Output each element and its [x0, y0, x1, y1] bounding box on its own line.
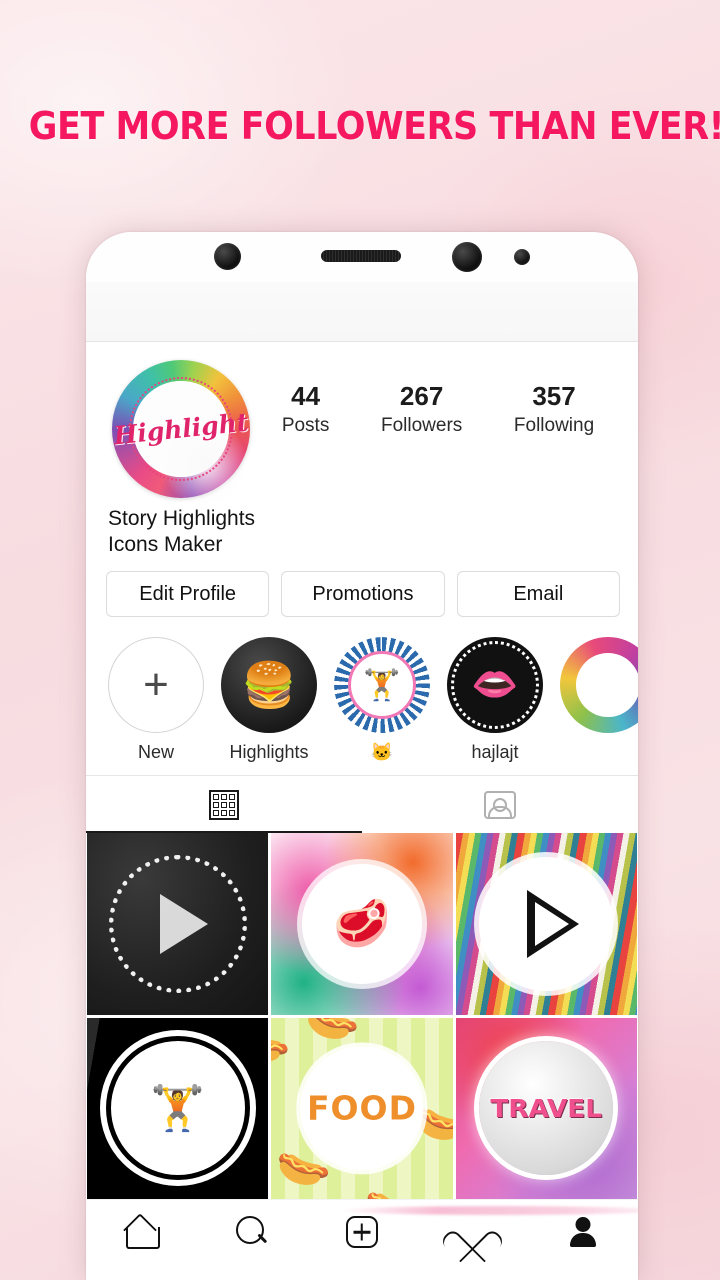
- camera-icon: [214, 243, 241, 270]
- plate-circle: 🥩: [302, 864, 422, 984]
- stat-posts-label: Posts: [281, 414, 330, 436]
- white-circle: TRAVEL: [479, 1041, 614, 1176]
- stat-following-label: Following: [513, 414, 595, 436]
- plus-square-icon: [345, 1216, 378, 1249]
- lips-icon: 👄: [447, 637, 543, 734]
- speaker-grille-icon: [321, 250, 401, 262]
- email-button[interactable]: Email: [456, 571, 620, 618]
- profile-bio: Story Highlights Icons Maker: [86, 502, 638, 557]
- stat-followers[interactable]: 267 Followers: [380, 381, 463, 437]
- highlight-fitness[interactable]: 🏋 🐱: [334, 637, 430, 763]
- steak-glyph: 🥩: [333, 897, 391, 950]
- stat-following-value: 357: [532, 381, 576, 411]
- post-thumbnail[interactable]: 🏋: [87, 1017, 269, 1199]
- striped-play-icon: [455, 833, 637, 1015]
- dumbbell-icon: 🏋: [334, 637, 430, 734]
- grid-icon: [209, 789, 239, 820]
- tab-tagged[interactable]: [362, 776, 638, 833]
- dotted-ring: [108, 854, 247, 993]
- highlight-new[interactable]: + New: [108, 637, 204, 763]
- camera-icon: [452, 242, 482, 272]
- avatar[interactable]: Highlight: [104, 356, 250, 506]
- home-icon: [124, 1217, 161, 1250]
- stat-posts[interactable]: 44 Posts: [281, 381, 330, 437]
- dumbbell-glyph: 🏋: [348, 651, 416, 720]
- highlight-highlights-label: Highlights: [229, 742, 309, 763]
- bio-line-2: Icons Maker: [108, 532, 223, 556]
- travel-icon: TRAVEL: [455, 1017, 637, 1199]
- highlight-hajlajt[interactable]: 👄 hajlajt: [447, 637, 543, 763]
- person-icon: [568, 1217, 598, 1247]
- play-triangle-icon: [527, 889, 580, 958]
- stat-followers-value: 267: [399, 381, 444, 411]
- search-icon: [235, 1216, 268, 1248]
- edit-profile-button[interactable]: Edit Profile: [106, 571, 270, 618]
- white-circle: FOOD: [300, 1046, 424, 1170]
- story-highlights-row[interactable]: + New 🍔 Highlights 🏋 🐱 👄 hajlajt: [86, 617, 638, 775]
- bottom-navigation: [86, 1198, 638, 1265]
- highlight-hajlajt-label: hajlajt: [471, 742, 519, 763]
- white-circle: [479, 856, 614, 991]
- watercolor-steak-icon: 🥩: [271, 833, 453, 1015]
- stat-posts-value: 44: [291, 381, 321, 411]
- plus-icon: +: [108, 637, 204, 734]
- profile-stats: 44 Posts 267 Followers 357 Following: [250, 356, 620, 437]
- phone-mockup: Highlight 44 Posts 267 Followers 357 Fol…: [86, 232, 638, 1280]
- nav-search[interactable]: [222, 1206, 282, 1258]
- post-thumbnail[interactable]: 🌭 🌭 🌭 🌭🌭 🌭 🌭 🌭🌭 🌭 🌭 🌭🌭 🌭 🌭 🌭🌭 🌭 🌭 🌭 FOOD: [271, 1017, 453, 1199]
- phone-screen: Highlight 44 Posts 267 Followers 357 Fol…: [86, 232, 638, 1280]
- burger-icon: 🍔: [221, 637, 317, 734]
- burger-glyph: 🍔: [241, 661, 297, 711]
- travel-label: TRAVEL: [490, 1093, 603, 1123]
- play-triangle-icon: [159, 893, 208, 954]
- highlight-new-label: New: [137, 742, 174, 763]
- post-thumbnail[interactable]: TRAVEL: [455, 1017, 637, 1199]
- heart-icon: [456, 1217, 488, 1247]
- highlight-highlights[interactable]: 🍔 Highlights: [221, 637, 317, 763]
- instagram-profile: Highlight 44 Posts 267 Followers 357 Fol…: [86, 342, 638, 1265]
- stat-followers-label: Followers: [380, 414, 463, 436]
- nav-add[interactable]: [332, 1206, 392, 1258]
- rainbow-ring-icon: [560, 637, 638, 734]
- sensor-icon: [514, 249, 530, 265]
- hotdog-food-icon: 🌭 🌭 🌭 🌭🌭 🌭 🌭 🌭🌭 🌭 🌭 🌭🌭 🌭 🌭 🌭🌭 🌭 🌭 🌭 FOOD: [271, 1017, 453, 1199]
- promotions-button[interactable]: Promotions: [281, 571, 445, 618]
- profile-header: Highlight 44 Posts 267 Followers 357 Fol…: [86, 342, 638, 506]
- dumbbell-glyph: 🏋: [150, 1084, 206, 1134]
- bio-line-1: Story Highlights: [108, 507, 256, 530]
- food-label: FOOD: [306, 1088, 418, 1128]
- promo-headline: GET MORE FOLLOWERS THAN EVER!: [28, 104, 720, 148]
- plus-glyph: +: [143, 660, 169, 710]
- phone-bezel-top: [86, 232, 638, 282]
- highlight-partial[interactable]: [560, 637, 638, 742]
- person-tag-icon: [484, 790, 516, 819]
- post-thumbnail[interactable]: [87, 833, 269, 1015]
- chalkboard-play-icon: [87, 833, 269, 1015]
- post-thumbnail[interactable]: 🥩: [271, 833, 453, 1015]
- nav-home[interactable]: [111, 1206, 171, 1258]
- gym-dumbbell-icon: 🏋: [87, 1017, 269, 1199]
- status-bar-area: [86, 282, 638, 342]
- profile-tabs: [86, 775, 638, 834]
- profile-actions: Edit Profile Promotions Email: [86, 557, 638, 618]
- post-thumbnail[interactable]: [455, 833, 637, 1015]
- highlight-fitness-label: 🐱: [370, 742, 394, 763]
- white-circle: 🏋: [110, 1041, 245, 1176]
- tab-grid[interactable]: [86, 776, 362, 834]
- pink-brush-stroke: [339, 1205, 638, 1215]
- lips-glyph: 👄: [471, 664, 519, 707]
- photo-grid: 🥩 🏋 🌭 🌭 🌭 🌭 FOOD TRAVEL: [86, 833, 638, 1199]
- stat-following[interactable]: 357 Following: [513, 381, 595, 437]
